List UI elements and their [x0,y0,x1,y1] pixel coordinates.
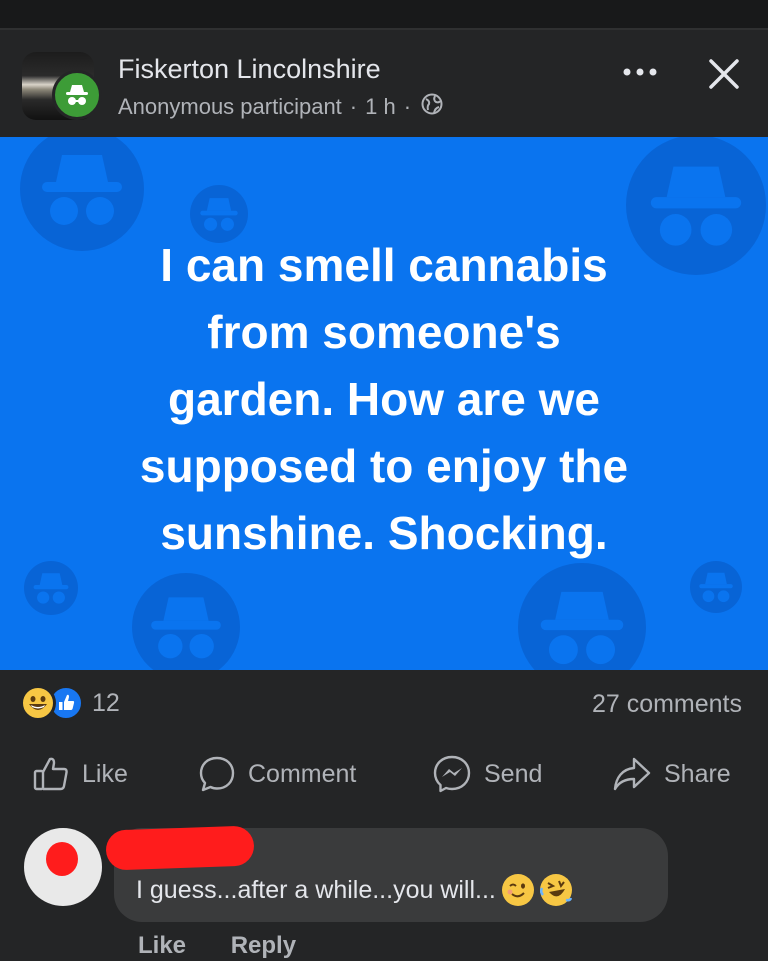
comment-button[interactable]: Comment [198,750,356,798]
post-background[interactable]: I can smell cannabis from someone's gard… [0,137,768,670]
like-label: Like [82,759,128,788]
share-arrow-icon [613,757,651,791]
incognito-pattern-icon [132,573,240,670]
separator: · [403,94,412,119]
group-name[interactable]: Fiskerton Lincolnshire [118,54,381,85]
comments-count-link[interactable]: 27 comments [592,690,742,719]
anonymous-badge-icon [52,70,102,120]
incognito-pattern-icon [690,561,742,613]
post-meta: Anonymous participant · 1 h · [118,93,443,121]
post-time[interactable]: 1 h [365,94,396,120]
status-strip [0,0,768,30]
thumbs-up-icon [33,757,68,791]
commenter-avatar[interactable] [24,828,102,906]
comment-bubble-icon [199,756,235,792]
messenger-icon [433,755,471,793]
comment-label: Comment [248,759,357,788]
separator: · [349,94,358,119]
reactions-summary[interactable]: 12 [20,685,120,721]
action-bar: Like Comment Send Share [0,750,768,798]
comment-actions: Like Reply [138,932,334,960]
comment-text: I guess...after a while...you will... [136,874,572,906]
send-button[interactable]: Send [432,750,542,798]
comment-reply-link[interactable]: Reply [231,932,296,959]
rolling-laughing-icon [539,874,572,906]
like-button[interactable]: Like [32,750,128,798]
close-icon[interactable] [702,52,746,96]
more-icon[interactable] [618,58,662,86]
comment-body: I guess...after a while...you will... [136,875,496,904]
comment-like-link[interactable]: Like [138,932,186,959]
author-name[interactable]: Anonymous participant [118,94,342,120]
redacted-commenter-name [105,825,255,871]
incognito-pattern-icon [24,561,78,615]
winking-face-icon [501,874,534,906]
share-label: Share [664,759,731,788]
globe-icon [421,93,443,121]
send-label: Send [484,759,543,788]
grinning-emoji-icon [20,685,56,721]
share-button[interactable]: Share [612,750,731,798]
redaction-mark [46,842,78,876]
post-text: I can smell cannabis from someone's gard… [139,239,629,559]
reaction-count: 12 [92,688,120,717]
incognito-pattern-icon [518,563,646,670]
